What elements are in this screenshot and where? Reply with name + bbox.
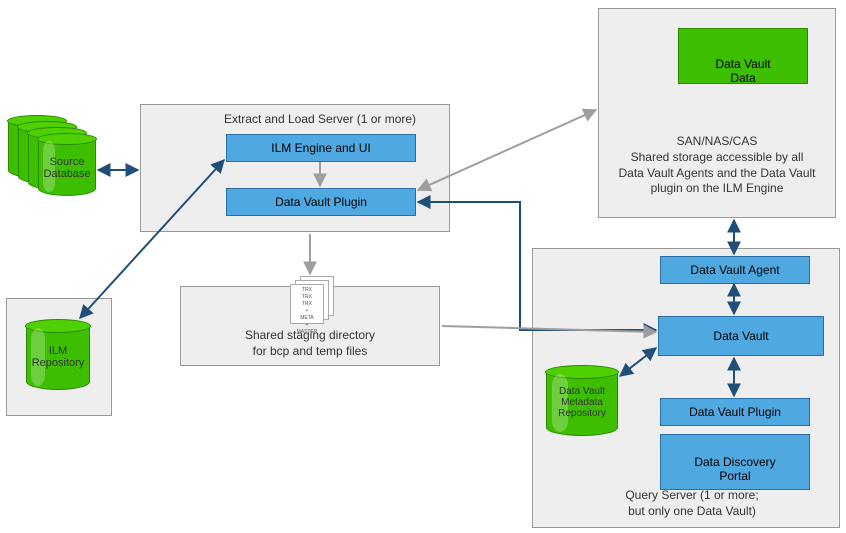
ilm-repository-db: ILM Repository	[26, 320, 90, 390]
san-title: SAN/NAS/CAS	[598, 134, 836, 150]
ilm-engine-box: ILM Engine and UI	[226, 134, 416, 162]
data-vault-agent-box: Data Vault Agent	[660, 256, 810, 284]
data-discovery-portal-box: Data Discovery Portal	[660, 434, 810, 490]
data-vault-data-box: Data Vault Data	[678, 28, 808, 84]
data-discovery-portal-label: Data Discovery Portal	[694, 455, 775, 483]
data-vault-data-label: Data Vault Data	[715, 57, 770, 85]
data-vault-plugin-top-label: Data Vault Plugin	[275, 195, 367, 209]
query-server-title: Query Server (1 or more; but only one Da…	[572, 488, 812, 519]
dv-metadata-repo-label: Data Vault Metadata Repository	[546, 386, 618, 419]
data-vault-label: Data Vault	[713, 329, 768, 343]
data-vault-plugin-bottom-box: Data Vault Plugin	[660, 398, 810, 426]
staging-label: Shared staging directory for bcp and tem…	[210, 328, 410, 359]
data-vault-plugin-bottom-label: Data Vault Plugin	[689, 405, 781, 419]
ilm-repository-label: ILM Repository	[26, 345, 90, 369]
san-desc: Shared storage accessible by all Data Va…	[600, 150, 834, 197]
ilm-engine-label: ILM Engine and UI	[271, 141, 370, 155]
extract-load-title: Extract and Load Server (1 or more)	[200, 112, 440, 128]
source-database-label: Source Database	[38, 156, 96, 180]
source-database-stack: Source Database	[8, 116, 98, 196]
doc-stack-icon: TRX TRX TRX + META + MASTER	[290, 276, 335, 326]
data-vault-box: Data Vault	[658, 316, 824, 356]
data-vault-plugin-top-box: Data Vault Plugin	[226, 188, 416, 216]
data-vault-agent-label: Data Vault Agent	[690, 263, 779, 277]
dv-metadata-repo-db: Data Vault Metadata Repository	[546, 366, 618, 436]
